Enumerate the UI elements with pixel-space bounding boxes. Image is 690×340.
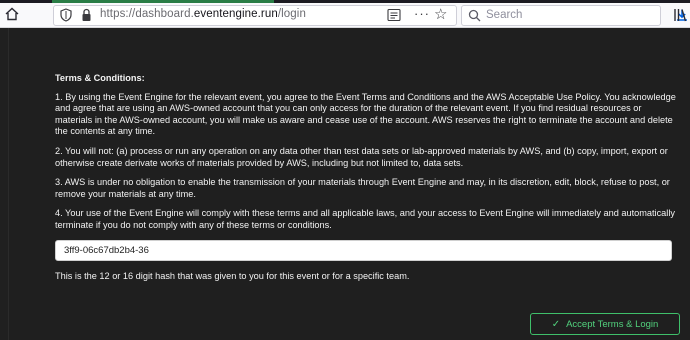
search-box[interactable]: Search — [461, 5, 661, 26]
search-placeholder: Search — [486, 9, 523, 21]
check-icon: ✓ — [551, 318, 561, 330]
terms-paragraph-2: 2. You will not: (a) process or run any … — [55, 145, 668, 168]
bookmark-star-icon[interactable]: ☆ — [434, 5, 447, 23]
accept-terms-login-button[interactable]: ✓ Accept Terms & Login — [530, 313, 680, 335]
search-icon — [468, 9, 481, 22]
url-prefix: https://dashboard. — [100, 8, 194, 20]
terms-paragraph-4: 4. Your use of the Event Engine will com… — [55, 208, 675, 230]
address-bar[interactable]: https://dashboard.eventengine.run/login … — [53, 5, 457, 26]
browser-toolbar: https://dashboard.eventengine.run/login … — [0, 3, 690, 28]
library-icon[interactable] — [672, 7, 690, 23]
tracking-shield-icon[interactable] — [60, 8, 72, 22]
terms-content: Terms & Conditions: 1. By using the Even… — [55, 73, 679, 282]
hash-hint-text: This is the 12 or 16 digit hash that was… — [55, 270, 410, 281]
terms-paragraph-1: 1. By using the Event Engine for the rel… — [55, 91, 676, 137]
url-text: https://dashboard.eventengine.run/login — [100, 8, 306, 20]
page-actions-icon[interactable]: ··· — [414, 6, 430, 21]
event-hash-input[interactable] — [55, 239, 672, 261]
accept-button-label: Accept Terms & Login — [566, 318, 659, 330]
terms-panel: Terms & Conditions: 1. By using the Even… — [8, 28, 690, 340]
reader-view-icon[interactable] — [387, 8, 401, 22]
lock-icon[interactable] — [81, 8, 92, 22]
url-path: /login — [277, 8, 306, 20]
terms-title: Terms & Conditions: — [55, 73, 145, 83]
home-icon[interactable] — [4, 6, 20, 22]
page-content: Terms & Conditions: 1. By using the Even… — [0, 28, 690, 340]
terms-paragraph-3: 3. AWS is under no obligation to enable … — [55, 177, 670, 199]
url-domain: eventengine.run — [193, 8, 278, 20]
